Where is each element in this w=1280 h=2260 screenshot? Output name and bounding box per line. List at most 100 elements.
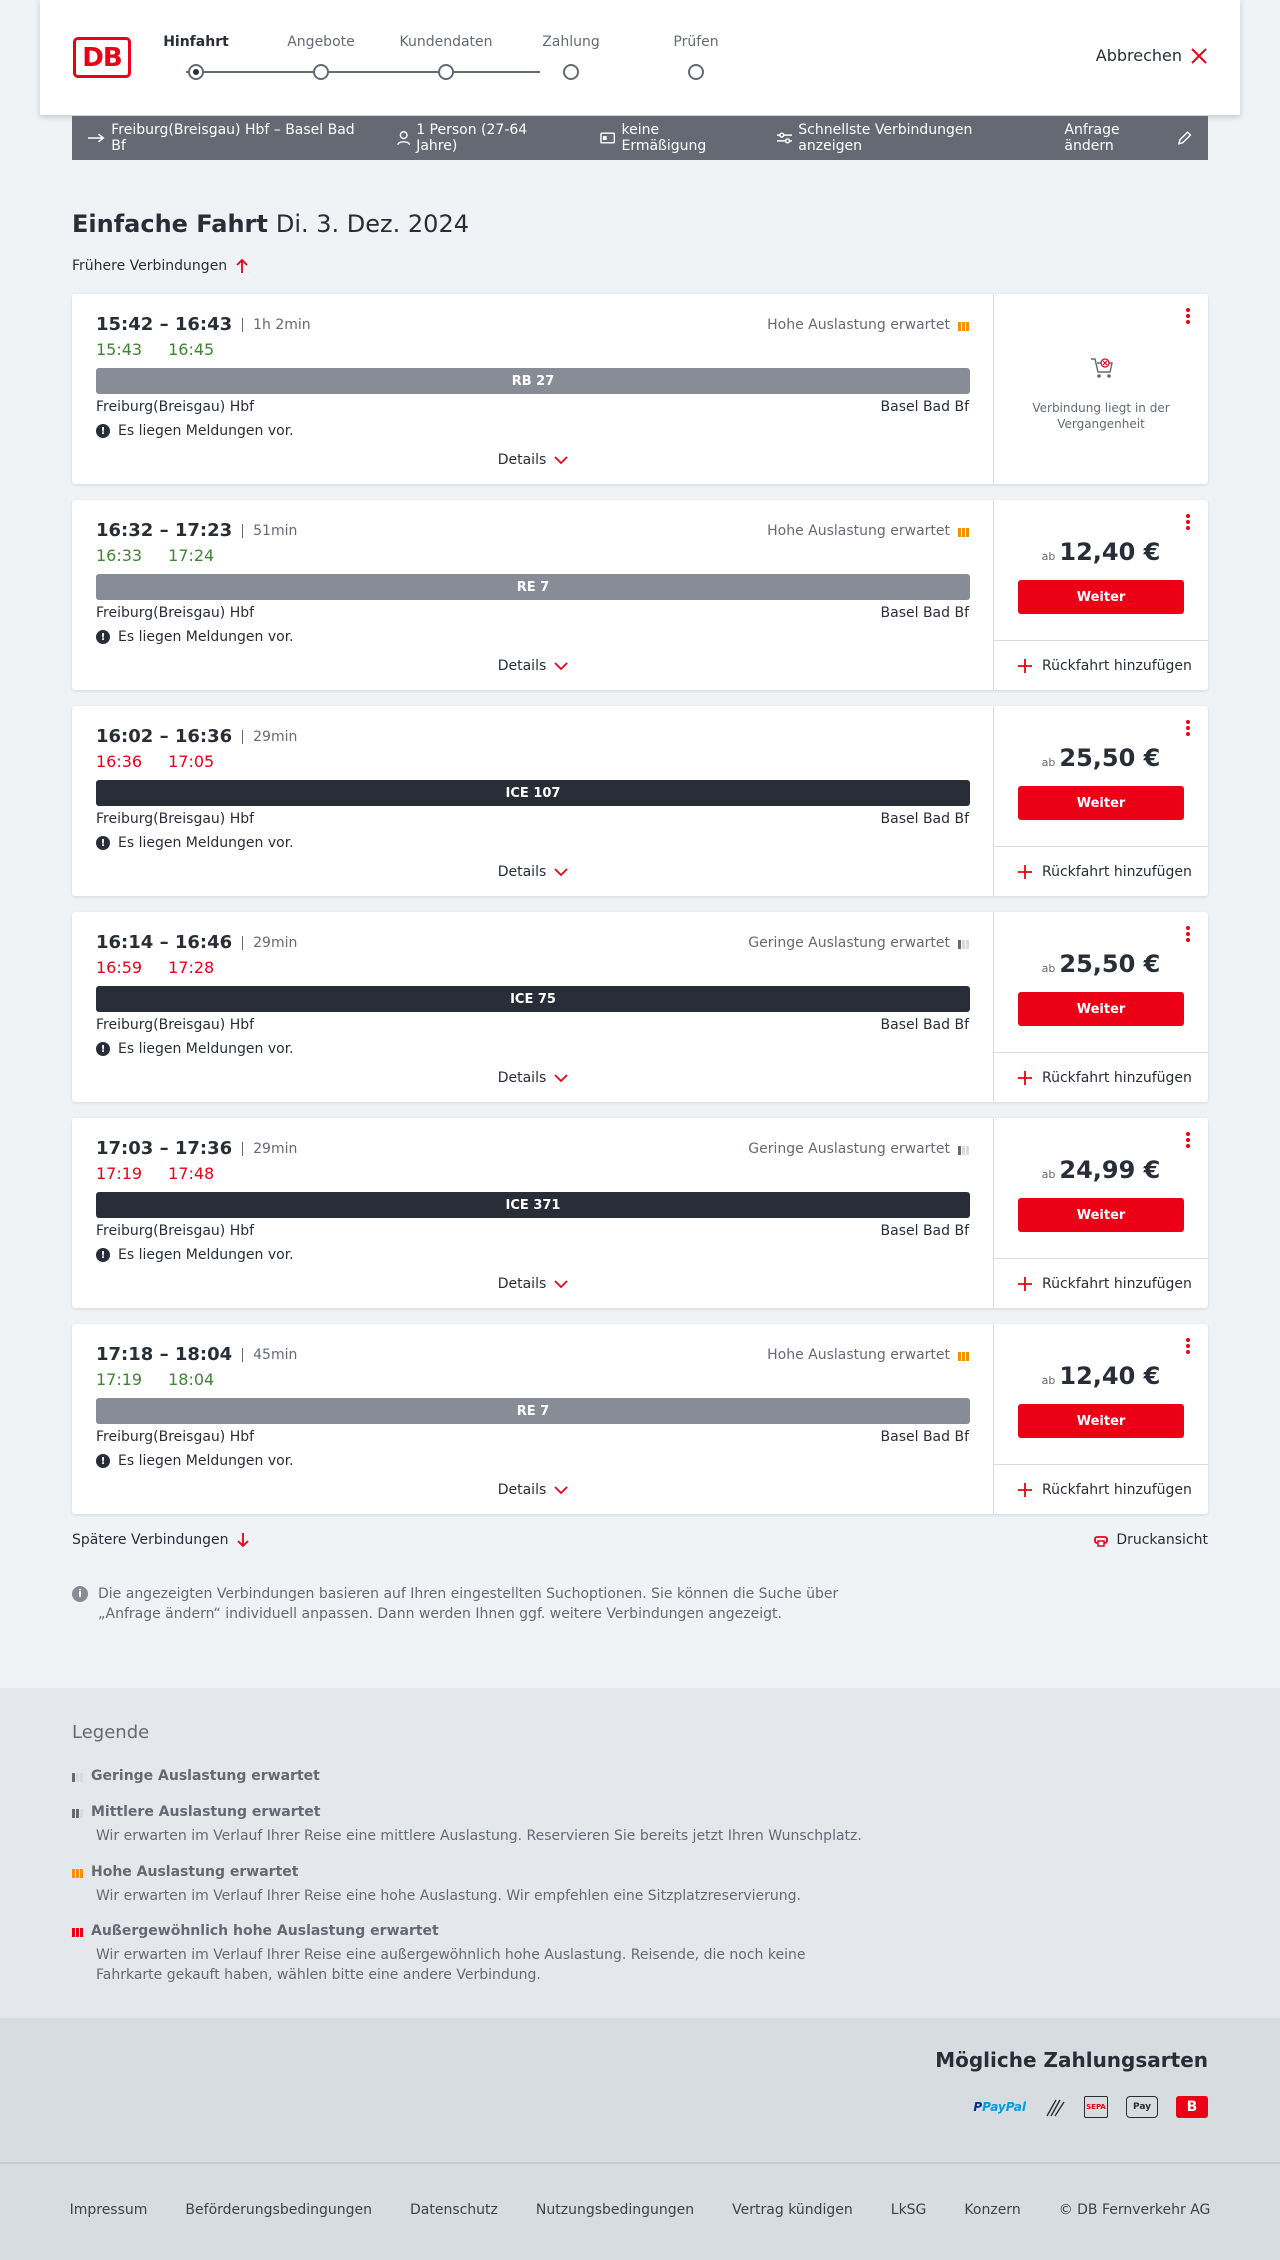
notice-text: Es liegen Meldungen vor.	[118, 423, 294, 439]
step-label: Kundendaten	[399, 34, 493, 50]
continue-button[interactable]: Weiter	[1018, 786, 1184, 820]
footer-link[interactable]: Impressum	[70, 2202, 148, 2218]
price-prefix: ab	[1041, 550, 1056, 563]
price-value: 12,40 €	[1059, 1362, 1161, 1390]
occupancy-indicator: Hohe Auslastung erwartet	[767, 523, 969, 539]
add-return-button[interactable]: Rückfahrt hinzufügen	[994, 1052, 1208, 1102]
legend-item-desc: Wir erwarten im Verlauf Ihrer Reise eine…	[96, 1828, 862, 1844]
more-options-icon[interactable]	[1186, 514, 1190, 530]
train-bar[interactable]: ICE 371	[96, 1192, 970, 1218]
fastest-item[interactable]: Schnellste Verbindungen anzeigen	[776, 122, 1030, 154]
earlier-label: Frühere Verbindungen	[72, 258, 228, 274]
more-options-icon[interactable]	[1186, 926, 1190, 942]
train-bar[interactable]: ICE 107	[96, 780, 970, 806]
add-return-label: Rückfahrt hinzufügen	[1042, 863, 1192, 880]
price-prefix: ab	[1041, 962, 1056, 975]
realtime-departure: 16:59	[96, 958, 143, 977]
warning-icon: !	[96, 836, 110, 850]
add-return-button[interactable]: Rückfahrt hinzufügen	[994, 640, 1208, 690]
add-return-button[interactable]: Rückfahrt hinzufügen	[994, 1464, 1208, 1514]
details-toggle[interactable]: Details	[72, 1482, 994, 1498]
details-label: Details	[497, 1070, 547, 1086]
connection-card: 17:18 – 18:04 45min 17:19 18:04 Hohe Ausla…	[72, 1324, 1208, 1514]
details-toggle[interactable]: Details	[72, 1276, 994, 1292]
continue-button[interactable]: Weiter	[1018, 992, 1184, 1026]
footer-link[interactable]: Vertrag kündigen	[732, 2202, 853, 2218]
offer-panel: Verbindung liegt in der Vergangenheit	[994, 294, 1208, 484]
realtime-arrival: 17:28	[168, 958, 215, 977]
details-toggle[interactable]: Details	[72, 658, 994, 674]
payment-icons: P PayPal SEPA Pay B	[973, 2096, 1208, 2118]
legend-item-title: Außergewöhnlich hohe Auslastung erwartet	[91, 1923, 439, 1939]
more-options-icon[interactable]	[1186, 308, 1190, 324]
legend-title: Legende	[72, 1722, 150, 1743]
connection-card: 16:02 – 16:36 29min 16:36 17:05 ICE 107 Fr…	[72, 706, 1208, 896]
chevron-down-icon	[554, 1073, 568, 1082]
connection-card: 16:32 – 17:23 51min 16:33 17:24 Hohe Ausla…	[72, 500, 1208, 690]
route-text: Freiburg(Breisgau) Hbf – Basel Bad Bf	[111, 122, 355, 154]
train-bar[interactable]: RE 7	[96, 574, 970, 600]
person-icon	[397, 131, 410, 145]
high-occupancy-icon	[72, 1867, 83, 1878]
db-logo[interactable]: DB	[73, 37, 131, 78]
more-options-icon[interactable]	[1186, 1132, 1190, 1148]
legend-item-low: Geringe Auslastung erwartet	[72, 1768, 872, 1784]
arrival-station: Basel Bad Bf	[880, 399, 969, 415]
more-options-icon[interactable]	[1186, 1338, 1190, 1354]
search-summary-bar: Freiburg(Breisgau) Hbf – Basel Bad Bf 1 …	[72, 116, 1208, 160]
connection-info: 16:32 – 17:23 51min 16:33 17:24 Hohe Ausla…	[72, 500, 994, 690]
paypal-icon: P PayPal	[973, 2100, 1026, 2114]
connection-times: 16:02 – 16:36 29min	[96, 726, 297, 747]
duration: 45min	[242, 1347, 297, 1362]
notice-text: Es liegen Meldungen vor.	[118, 1041, 294, 1057]
add-return-button[interactable]: Rückfahrt hinzufügen	[994, 1258, 1208, 1308]
edit-request-button[interactable]: Anfrage ändern	[1064, 122, 1192, 154]
payment-section: Mögliche Zahlungsarten P PayPal SEPA Pay…	[0, 2018, 1280, 2162]
continue-button[interactable]: Weiter	[1018, 1404, 1184, 1438]
step-label: Angebote	[287, 34, 355, 50]
continue-button[interactable]: Weiter	[1018, 1198, 1184, 1232]
details-toggle[interactable]: Details	[72, 452, 994, 468]
arrow-down-icon	[237, 1533, 250, 1548]
footer-link[interactable]: Konzern	[964, 2202, 1020, 2218]
card-icon	[600, 132, 616, 144]
train-bar[interactable]: RB 27	[96, 368, 970, 394]
price: ab 12,40 €	[994, 538, 1208, 566]
arrival-station: Basel Bad Bf	[880, 1429, 969, 1445]
add-return-label: Rückfahrt hinzufügen	[1042, 1481, 1192, 1498]
train-bar[interactable]: ICE 75	[96, 986, 970, 1012]
planned-times: 16:02 – 16:36	[96, 726, 233, 747]
occupancy-indicator: Geringe Auslastung erwartet	[748, 1141, 969, 1157]
print-view-link[interactable]: Druckansicht	[1094, 1532, 1208, 1548]
price-value: 25,50 €	[1059, 744, 1161, 772]
details-toggle[interactable]: Details	[72, 864, 994, 880]
more-options-icon[interactable]	[1186, 720, 1190, 736]
cart-unavailable-icon	[1091, 358, 1113, 378]
footer-link[interactable]: Beförderungsbedingungen	[185, 2202, 372, 2218]
connection-card: 17:03 – 17:36 29min 17:19 17:48 Geringe Au…	[72, 1118, 1208, 1308]
departure-station: Freiburg(Breisgau) Hbf	[96, 811, 255, 827]
details-toggle[interactable]: Details	[72, 1070, 994, 1086]
earlier-connections-link[interactable]: Frühere Verbindungen	[72, 258, 249, 274]
plus-icon	[1018, 1276, 1032, 1291]
later-connections-link[interactable]: Spätere Verbindungen	[72, 1532, 250, 1548]
discount-item: keine Ermäßigung	[600, 122, 743, 154]
footer-link[interactable]: Datenschutz	[410, 2202, 498, 2218]
step-label: Hinfahrt	[163, 34, 229, 50]
occupancy-text: Geringe Auslastung erwartet	[748, 935, 950, 951]
continue-button[interactable]: Weiter	[1018, 580, 1184, 614]
realtime-departure: 15:43	[96, 340, 143, 359]
realtime-arrival: 17:05	[168, 752, 215, 771]
notice: ! Es liegen Meldungen vor.	[96, 835, 294, 851]
offer-panel: ab 12,40 € Weiter Rückfahrt hinzufügen	[994, 500, 1208, 690]
notice: ! Es liegen Meldungen vor.	[96, 629, 294, 645]
connection-times: 15:42 – 16:43 1h 2min	[96, 314, 311, 335]
footer-link[interactable]: © DB Fernverkehr AG	[1059, 2202, 1211, 2218]
footer-link[interactable]: LkSG	[891, 2202, 927, 2218]
footer-link[interactable]: Nutzungsbedingungen	[536, 2202, 694, 2218]
add-return-button[interactable]: Rückfahrt hinzufügen	[994, 846, 1208, 896]
connection-info: 17:03 – 17:36 29min 17:19 17:48 Geringe Au…	[72, 1118, 994, 1308]
train-bar[interactable]: RE 7	[96, 1398, 970, 1424]
realtime-arrival: 18:04	[168, 1370, 215, 1389]
cancel-button[interactable]: Abbrechen	[1096, 46, 1208, 65]
